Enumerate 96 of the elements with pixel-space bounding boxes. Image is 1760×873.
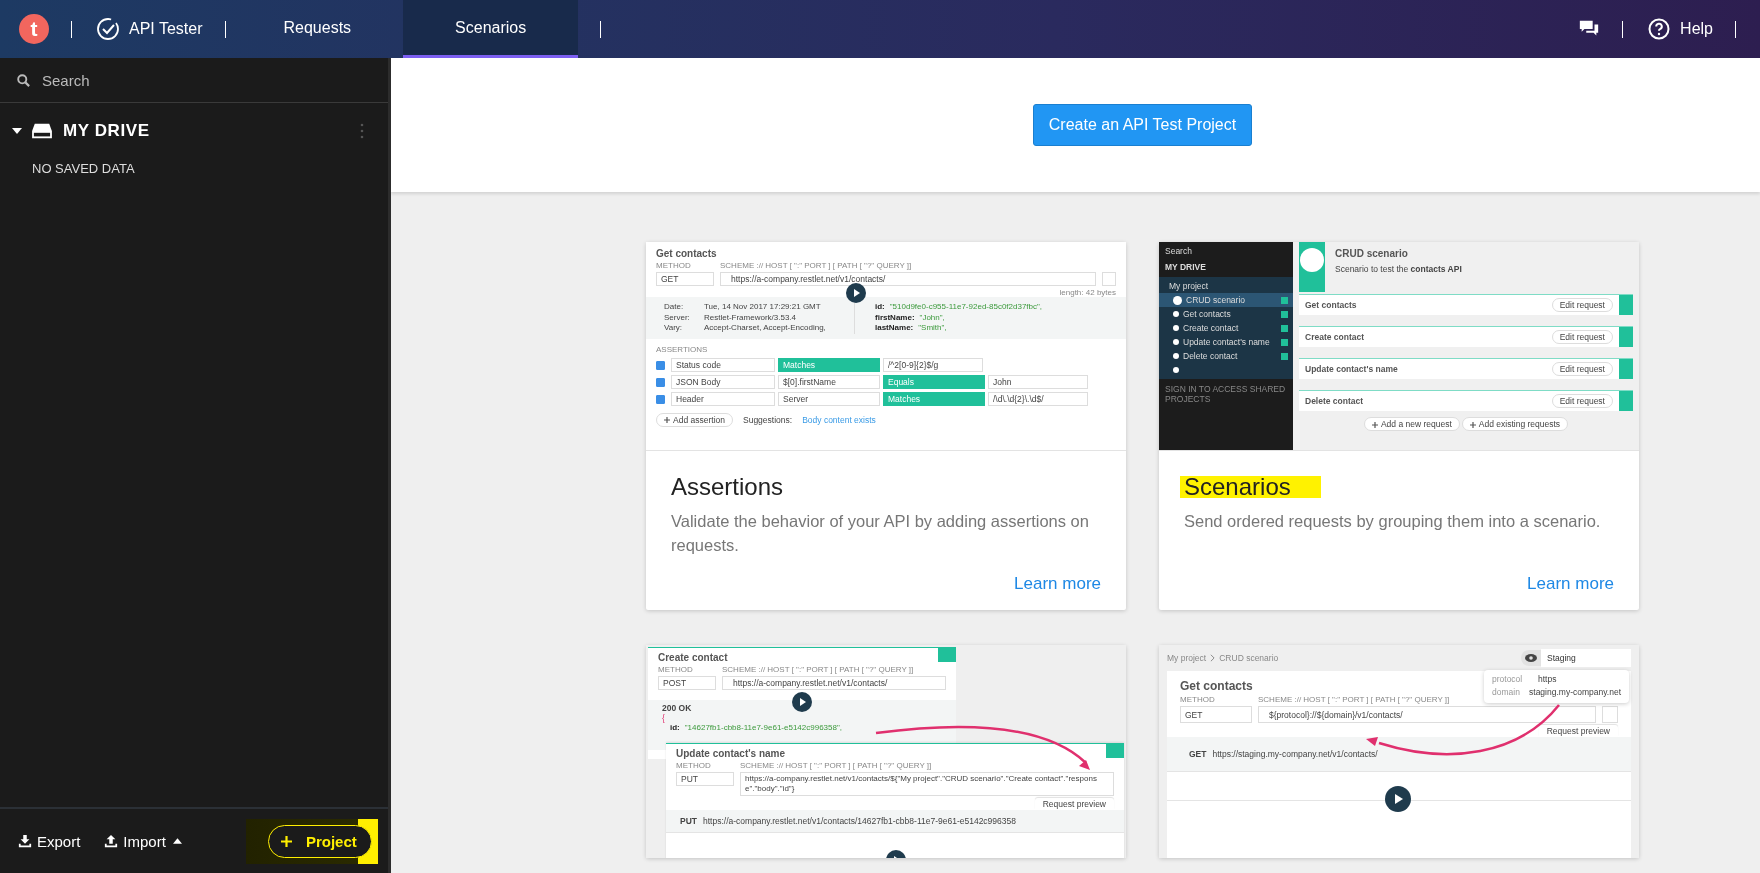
request-title: Get contacts	[1180, 679, 1253, 693]
json-brace: {	[662, 713, 665, 723]
project-item[interactable]: My project	[1169, 281, 1209, 291]
add-request-button[interactable]: Add a new request	[1363, 417, 1460, 431]
request-item[interactable]: Create contact	[1183, 323, 1239, 333]
path-field[interactable]: $[0].firstName	[778, 375, 880, 389]
json-key: id:	[875, 302, 885, 313]
url-field[interactable]: ${protocol}://${domain}/v1/contacts/	[1258, 706, 1596, 723]
suggestions-label: Suggestions:	[743, 414, 793, 425]
request-item[interactable]: Get contacts	[1183, 309, 1231, 319]
scenario-title: CRUD scenario	[1335, 248, 1408, 259]
header-name: Vary:	[664, 323, 684, 334]
step-name: Delete contact	[1305, 396, 1364, 406]
step-name: Update contact's name	[1305, 364, 1398, 374]
edit-request-button[interactable]: Edit request	[1551, 362, 1613, 376]
edit-request-button[interactable]: Edit request	[1551, 394, 1613, 408]
app-name[interactable]: API Tester	[129, 20, 203, 38]
variable-value: staging.my-company.net	[1529, 686, 1621, 699]
field-label: METHOD	[656, 261, 692, 270]
json-value: "Smith",	[918, 323, 947, 334]
request-preview-toggle[interactable]: Request preview	[1538, 725, 1618, 737]
request-preview-toggle[interactable]: Request preview	[1034, 798, 1114, 810]
preview-method: GET	[1189, 749, 1207, 759]
edit-request-button[interactable]: Edit request	[1551, 298, 1613, 312]
request-title: Get contacts	[656, 248, 717, 259]
method-select[interactable]: POST	[658, 676, 716, 690]
empty-message: NO SAVED DATA	[31, 160, 136, 176]
edit-request-button[interactable]: Edit request	[1551, 330, 1613, 344]
nav-tab[interactable]: Requests	[249, 0, 404, 58]
section-label: ASSERTIONS	[656, 344, 708, 354]
json-value: "14627fb1-cbb8-11e7-9e61-e5142c996358",	[684, 723, 842, 734]
json-value: "John",	[919, 312, 945, 323]
json-key: lastName:	[875, 323, 914, 334]
url-field[interactable]: https://a-company.restlet.net/v1/contacts/${"My project"."CRUD scenario"."Create contact"."response"."body"."id"}	[740, 772, 1114, 796]
header-name: Date:	[664, 302, 685, 313]
environment-select[interactable]: Staging	[1541, 649, 1631, 667]
json-key: firstName:	[875, 312, 915, 323]
source-select[interactable]: JSON Body	[671, 375, 775, 389]
method-select[interactable]: GET	[656, 272, 714, 286]
url-field[interactable]: https://a-company.restlet.net/v1/contacts/	[720, 272, 1096, 286]
step-name: Create contact	[1305, 332, 1365, 342]
import-link[interactable]: Import	[123, 832, 166, 850]
add-assertion-button[interactable]: Add assertion	[656, 412, 733, 427]
card-title: Assertions	[671, 473, 784, 501]
learn-more-link[interactable]: Learn more	[1527, 574, 1614, 594]
path-field[interactable]: Server	[778, 392, 880, 406]
step-name: Get contacts	[1305, 300, 1357, 310]
variable-name: domain	[1492, 686, 1521, 699]
request-title: Update contact's name	[676, 748, 786, 759]
drive-label[interactable]: MY DRIVE	[1165, 262, 1206, 272]
header-value: Restlet-Framework/3.53.4	[704, 312, 797, 323]
value-field[interactable]: John	[988, 375, 1088, 389]
url-field[interactable]: https://a-company.restlet.net/v1/contacts/	[722, 676, 946, 690]
request-item[interactable]: Update contact's name	[1183, 337, 1270, 347]
variable-name: protocol	[1492, 673, 1524, 686]
export-link[interactable]: Export	[37, 832, 81, 850]
source-select[interactable]: Status code	[671, 358, 775, 372]
length-text: length: 42 bytes	[1059, 288, 1116, 297]
method-select[interactable]: GET	[1180, 706, 1252, 723]
header-value: Tue, 14 Nov 2017 17:29:21 GMT	[704, 302, 821, 313]
field-label: SCHEME :// HOST [ ":" PORT ] [ PATH [ "?" QUERY ]]	[740, 761, 932, 770]
card-title: Scenarios	[1180, 473, 1321, 501]
request-item[interactable]: Delete contact	[1183, 351, 1238, 361]
card-description: Send ordered requests by grouping them into a scenario.	[1184, 511, 1602, 532]
header-value: Accept-Charset, Accept-Encoding,	[704, 323, 826, 334]
json-value: "510d9fe0-c955-11e7-92ed-85c0f2d37fbc",	[889, 302, 1043, 313]
variable-value: https	[1538, 673, 1557, 686]
search-field[interactable]: Search	[40, 70, 344, 90]
add-project-button[interactable]: Project	[267, 824, 372, 858]
field-label: SCHEME :// HOST [ ":" PORT ] [ PATH [ "?" QUERY ]]	[1258, 695, 1450, 704]
card-description: Validate the behavior of your API by adding assertions on requests.	[671, 511, 1090, 556]
learn-more-link[interactable]: Learn more	[1014, 574, 1101, 594]
json-key: id:	[670, 723, 680, 734]
status-text: 200 OK	[662, 703, 692, 713]
preview-method: PUT	[680, 816, 697, 826]
search-field[interactable]: Search	[1165, 246, 1192, 256]
field-label: METHOD	[676, 761, 712, 770]
drive-label[interactable]: MY DRIVE	[63, 121, 150, 141]
request-title: Create contact	[658, 652, 728, 663]
preview-url: https://staging.my-company.net/v1/contacts/	[1212, 749, 1378, 759]
preview-url: https://a-company.restlet.net/v1/contacts/14627fb1-cbb8-11e7-9e61-e5142c996358	[703, 816, 1016, 826]
header-name: Server:	[664, 312, 691, 323]
add-existing-button[interactable]: Add existing requests	[1461, 417, 1569, 431]
source-select[interactable]: Header	[671, 392, 775, 406]
field-label: SCHEME :// HOST [ ":" PORT ] [ PATH [ "?" QUERY ]]	[720, 261, 912, 270]
field-label: METHOD	[658, 665, 694, 674]
sign-in-text: SIGN IN TO ACCESS SHARED PROJECTS	[1164, 383, 1287, 406]
value-field[interactable]: /^2[0-9]{2}$/g	[883, 358, 983, 372]
tree-item[interactable]: CRUD scenario	[1159, 293, 1293, 307]
field-label: METHOD	[1180, 695, 1216, 704]
field-label: SCHEME :// HOST [ ":" PORT ] [ PATH [ "?" QUERY ]]	[722, 665, 914, 674]
method-select[interactable]: PUT	[676, 772, 734, 786]
nav-tab[interactable]: Scenarios	[403, 0, 579, 58]
scenario-description: Scenario to test the contacts API	[1335, 264, 1462, 274]
value-field[interactable]: /\d\.\d{2}\.\d$/	[988, 392, 1088, 406]
help-link[interactable]: Help	[1680, 20, 1713, 38]
